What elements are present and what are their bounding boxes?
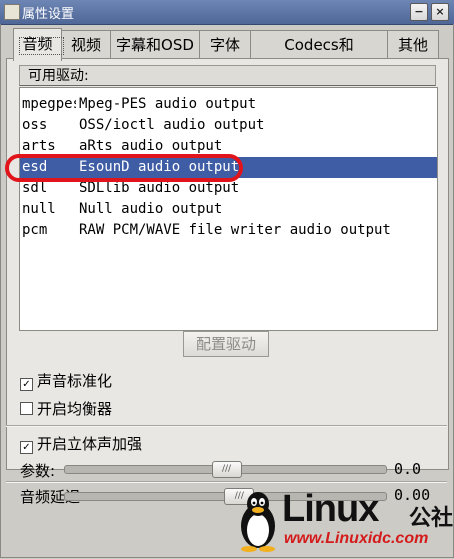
surround-label: 开启立体声加强 (37, 435, 143, 453)
driver-row-oss[interactable]: oss OSS/ioctl audio output (20, 115, 437, 136)
driver-row-pcm[interactable]: pcm RAW PCM/WAVE file writer audio outpu… (20, 220, 437, 241)
driver-description: EsounD audio output (79, 159, 240, 175)
driver-description: OSS/ioctl audio output (79, 117, 265, 133)
separator (6, 481, 447, 483)
driver-row-mpegpes[interactable]: mpegpes Mpeg-PES audio output (20, 94, 437, 115)
driver-name: oss (22, 117, 48, 133)
tab-codecs-demuxer[interactable]: Codecs和demuxer (250, 30, 388, 82)
surround-checkbox-row[interactable]: ✓ 开启立体声加强 (20, 433, 142, 455)
separator (6, 425, 447, 427)
tux-penguin-icon (241, 492, 275, 552)
brand-text: Linux (282, 488, 379, 530)
driver-description: Null audio output (79, 201, 223, 217)
surround-checkbox[interactable]: ✓ (20, 441, 33, 454)
param-label: 参数: (20, 462, 56, 480)
title-bar[interactable]: 属性设置 − × (0, 0, 454, 25)
window-icon (4, 4, 20, 20)
tab-font[interactable]: 字体 (199, 30, 251, 59)
tab-video[interactable]: 视频 (61, 30, 111, 59)
normalize-checkbox[interactable]: ✓ (20, 378, 33, 391)
window-title: 属性设置 (22, 7, 75, 22)
tab-other[interactable]: 其他 (387, 30, 439, 59)
driver-description: Mpeg-PES audio output (79, 96, 257, 112)
close-icon[interactable]: × (431, 3, 449, 21)
driver-name: pcm (22, 222, 48, 238)
driver-name: esd (22, 159, 48, 175)
driver-name: null (22, 201, 56, 217)
brand-url: www.Linuxidc.com (284, 530, 429, 547)
equalizer-checkbox-row[interactable]: 开启均衡器 (20, 398, 112, 420)
driver-name: arts (22, 138, 56, 154)
param-slider[interactable]: /// (64, 461, 387, 478)
equalizer-label: 开启均衡器 (37, 400, 113, 418)
driver-row-null[interactable]: null Null audio output (20, 199, 437, 220)
brand-suffix: 公社 (409, 506, 454, 531)
driver-row-sdl[interactable]: sdl SDLlib audio output (20, 178, 437, 199)
driver-row-arts[interactable]: arts aRts audio output (20, 136, 437, 157)
minimize-icon[interactable]: − (410, 3, 428, 21)
equalizer-checkbox[interactable] (20, 402, 33, 415)
driver-description: aRts audio output (79, 138, 223, 154)
tab-subtitles-osd[interactable]: 字幕和OSD (110, 30, 200, 59)
driver-name: mpegpes (22, 96, 76, 112)
normalize-checkbox-row[interactable]: ✓ 声音标准化 (20, 370, 112, 392)
driver-description: SDLlib audio output (79, 180, 240, 196)
param-value: 0.0 (394, 460, 422, 478)
driver-description: RAW PCM/WAVE file writer audio output (79, 222, 391, 238)
linuxidc-watermark: Linux 公社 www.Linuxidc.com (232, 486, 454, 559)
tab-focus-indicator (19, 37, 64, 55)
driver-list[interactable]: mpegpes Mpeg-PES audio output oss OSS/io… (19, 87, 438, 331)
driver-row-esd[interactable]: esd EsounD audio output (20, 157, 437, 178)
driver-name: sdl (22, 180, 48, 196)
drivers-column-header[interactable]: 可用驱动: (19, 65, 436, 86)
configure-driver-button[interactable]: 配置驱动 (183, 331, 269, 357)
param-slider-thumb[interactable]: /// (211, 461, 242, 478)
normalize-label: 声音标准化 (37, 372, 113, 390)
